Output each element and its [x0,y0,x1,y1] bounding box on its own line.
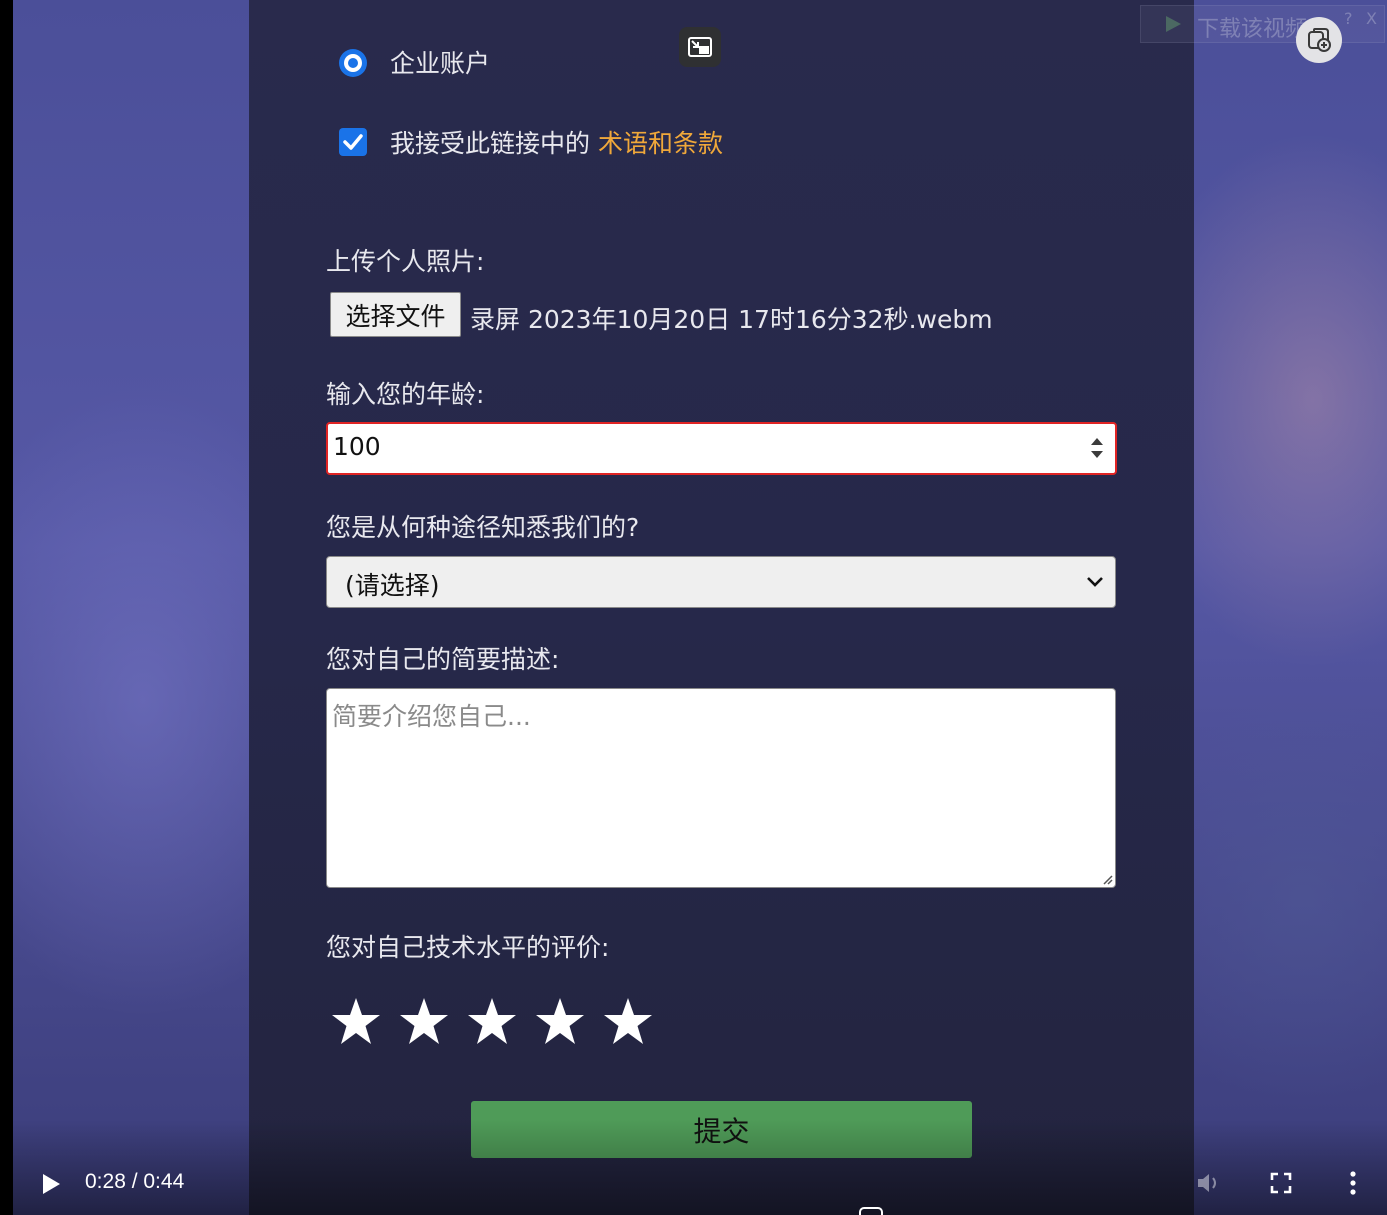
source-select[interactable]: (请选择) [326,556,1116,608]
rating-label: 您对自己技术水平的评价: [326,933,610,962]
source-selected-value: (请选择) [345,571,440,600]
enterprise-account-label[interactable]: 企业账户 [390,44,490,80]
controls-bar [13,1120,1387,1215]
play-icon[interactable] [40,1172,62,1196]
download-close-icon[interactable]: X [1366,9,1377,28]
terms-label: 我接受此链接中的 术语和条款 [390,124,723,160]
age-value: 100 [333,432,381,461]
more-options-icon[interactable] [1343,1170,1363,1196]
star-icon[interactable] [466,993,534,1048]
description-label: 您对自己的简要描述: [326,645,560,674]
terms-link[interactable]: 术语和条款 [598,129,723,158]
star-shape [604,997,652,1044]
picture-in-picture-icon[interactable] [858,1206,884,1215]
fullscreen-icon[interactable] [1270,1172,1292,1194]
exit-pip-icon [688,37,712,57]
download-video-text: 下载该视频 [1197,17,1308,42]
source-label: 您是从何种途径知悉我们的? [326,513,640,542]
add-to-collection-button[interactable] [1296,17,1342,63]
copy-add-icon [1308,28,1331,52]
star-shape [536,997,584,1044]
star-icon[interactable] [330,993,398,1048]
star-icon[interactable] [602,993,670,1048]
volume-icon[interactable] [1196,1170,1222,1196]
checkmark-icon [343,134,363,150]
video-player[interactable]: 企业账户 我接受此链接中的 术语和条款 上传个人照片: 选择文件 录屏 2023… [0,0,1387,1215]
file-name: 录屏 2023年10月20日 17时16分32秒.webm [470,305,993,334]
choose-file-button[interactable]: 选择文件 [330,292,461,337]
terms-checkbox[interactable] [339,128,367,156]
download-video-overlay[interactable]: 下载该视频 ? X [1140,5,1385,43]
description-placeholder: 简要介绍您自己... [332,702,531,731]
download-play-icon [1166,16,1181,32]
enterprise-account-radio[interactable] [339,49,367,77]
star-shape [332,997,380,1044]
time-display: 0:28 / 0:44 [85,1170,185,1193]
age-input[interactable]: 100 [326,422,1117,475]
description-textarea[interactable]: 简要介绍您自己... [326,688,1116,888]
star-shape [468,997,516,1044]
radio-inner [344,54,362,72]
star-shape [400,997,448,1044]
download-help-icon[interactable]: ? [1344,9,1353,28]
chevron-down-icon [1087,577,1103,587]
radio-dot [348,58,358,68]
number-spinner-icon[interactable] [1087,434,1107,462]
resize-grip-icon[interactable] [1101,873,1113,885]
terms-text: 我接受此链接中的 [390,129,591,158]
star-icon[interactable] [398,993,466,1048]
exit-pip-button[interactable] [679,27,721,67]
age-label: 输入您的年龄: [326,380,485,409]
upload-label: 上传个人照片: [326,247,485,276]
letterbox-bar [0,0,13,1215]
star-rating[interactable] [330,993,670,1048]
star-icon[interactable] [534,993,602,1048]
